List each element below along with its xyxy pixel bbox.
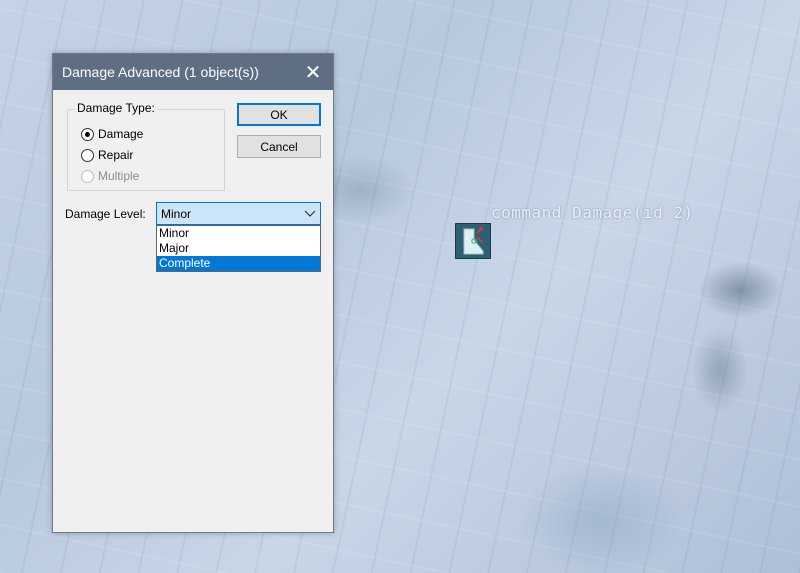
- dropdown-option-major[interactable]: Major: [157, 241, 320, 256]
- damage-level-select[interactable]: Minor: [156, 202, 321, 225]
- chevron-down-icon: [304, 210, 316, 217]
- unit-marker-icon: [463, 227, 484, 255]
- dialog-titlebar[interactable]: Damage Advanced (1 object(s)) ✕: [53, 54, 333, 90]
- dropdown-option-minor[interactable]: Minor: [157, 226, 320, 241]
- damage-level-value: Minor: [161, 207, 192, 221]
- radio-disabled-icon: [81, 169, 94, 183]
- radio-repair[interactable]: Repair: [81, 148, 133, 162]
- dialog-title: Damage Advanced (1 object(s)): [62, 64, 259, 80]
- ok-button[interactable]: OK: [237, 103, 321, 126]
- damage-type-legend: Damage Type:: [75, 101, 157, 115]
- radio-unchecked-icon: [81, 148, 94, 162]
- radio-repair-label: Repair: [98, 148, 134, 162]
- unit-label: command Damage(id 2): [491, 203, 694, 222]
- radio-multiple: Multiple: [81, 169, 139, 183]
- radio-multiple-label: Multiple: [98, 169, 140, 183]
- close-icon[interactable]: ✕: [293, 54, 333, 90]
- damage-level-dropdown: Minor Major Complete: [156, 225, 321, 272]
- cancel-button[interactable]: Cancel: [237, 135, 321, 158]
- dropdown-option-complete[interactable]: Complete: [157, 256, 320, 271]
- damage-level-label: Damage Level:: [65, 207, 146, 221]
- damage-advanced-dialog: Damage Advanced (1 object(s)) ✕ Damage T…: [52, 53, 334, 533]
- radio-checked-icon: [81, 127, 94, 141]
- unit-marker[interactable]: [455, 223, 491, 259]
- radio-damage-label: Damage: [98, 127, 144, 141]
- damage-type-group: Damage Type: Damage Repair Multiple: [67, 101, 225, 191]
- radio-damage[interactable]: Damage: [81, 127, 143, 141]
